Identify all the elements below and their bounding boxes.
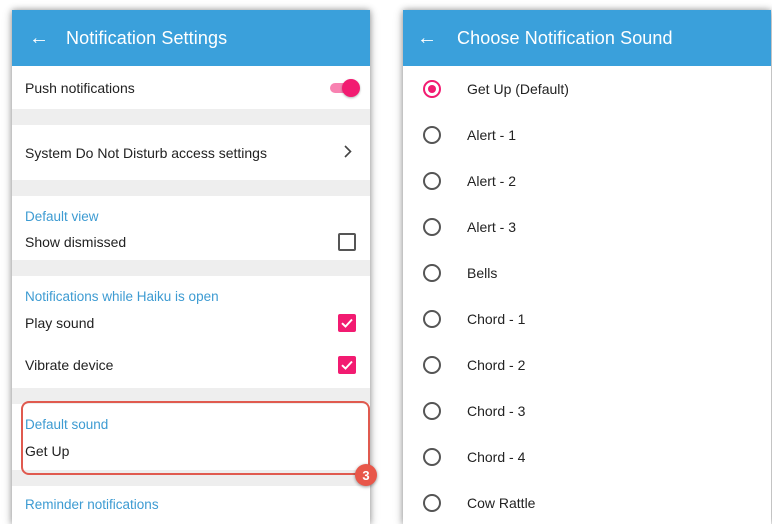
show-dismissed-label: Show dismissed xyxy=(25,234,127,250)
dnd-access-row[interactable]: System Do Not Disturb access settings xyxy=(12,125,370,180)
radio-selected-icon[interactable] xyxy=(423,80,441,98)
radio-icon[interactable] xyxy=(423,264,441,282)
back-arrow-icon[interactable]: ← xyxy=(403,27,443,50)
push-notifications-label: Push notifications xyxy=(25,79,135,96)
chevron-right-icon xyxy=(344,144,352,161)
sound-option-label: Chord - 1 xyxy=(467,311,526,327)
divider xyxy=(12,180,370,196)
push-notifications-toggle[interactable] xyxy=(330,78,360,97)
sound-option-label: Bells xyxy=(467,265,498,281)
default-view-header: Default view xyxy=(12,196,370,224)
choose-sound-screen: ← Choose Notification Sound Get Up (Defa… xyxy=(403,10,771,524)
settings-app-bar: ← Notification Settings xyxy=(12,10,370,66)
sound-option[interactable]: Chord - 4 xyxy=(403,434,771,480)
dnd-access-label: System Do Not Disturb access settings xyxy=(25,144,267,161)
vibrate-device-label: Vibrate device xyxy=(25,357,114,373)
default-sound-value: Get Up xyxy=(25,443,70,459)
step-badge: 3 xyxy=(355,464,377,486)
show-dismissed-checkbox[interactable] xyxy=(338,233,356,251)
sound-option-label: Cow Rattle xyxy=(467,495,536,511)
sound-option-label: Chord - 2 xyxy=(467,357,526,373)
sound-app-bar: ← Choose Notification Sound xyxy=(403,10,771,66)
notification-settings-screen: ← Notification Settings Push notificatio… xyxy=(12,10,370,524)
divider xyxy=(12,470,370,486)
sound-option[interactable]: Chord - 1 xyxy=(403,296,771,342)
divider xyxy=(12,109,370,125)
sound-option[interactable]: Alert - 1 xyxy=(403,112,771,158)
radio-icon[interactable] xyxy=(423,172,441,190)
radio-icon[interactable] xyxy=(423,402,441,420)
settings-title: Notification Settings xyxy=(66,27,228,48)
sound-option[interactable]: Bells xyxy=(403,250,771,296)
default-sound-row[interactable]: Get Up xyxy=(12,432,370,470)
radio-icon[interactable] xyxy=(423,218,441,236)
reminder-notifications-header: Reminder notifications xyxy=(12,486,370,512)
sound-options-list: Get Up (Default) Alert - 1 Alert - 2 Alert … xyxy=(403,66,771,524)
radio-icon[interactable] xyxy=(423,126,441,144)
sound-option-label: Chord - 4 xyxy=(467,449,526,465)
push-notifications-row[interactable]: Push notifications xyxy=(12,66,370,109)
sound-option-label: Alert - 2 xyxy=(467,173,517,189)
while-open-header: Notifications while Haiku is open xyxy=(12,276,370,304)
sound-title: Choose Notification Sound xyxy=(457,27,673,48)
sound-option-label: Get Up (Default) xyxy=(467,81,569,97)
sound-option[interactable]: Get Up (Default) xyxy=(403,66,771,112)
sound-option[interactable]: Cow Rattle xyxy=(403,480,771,524)
radio-icon[interactable] xyxy=(423,494,441,512)
sound-option-label: Alert - 3 xyxy=(467,219,517,235)
sound-option-label: Chord - 3 xyxy=(467,403,526,419)
radio-icon[interactable] xyxy=(423,310,441,328)
radio-icon[interactable] xyxy=(423,356,441,374)
divider xyxy=(12,260,370,276)
vibrate-device-row[interactable]: Vibrate device xyxy=(12,342,370,388)
sound-option[interactable]: Alert - 2 xyxy=(403,158,771,204)
default-sound-header: Default sound xyxy=(12,404,370,432)
sound-option[interactable]: Chord - 3 xyxy=(403,388,771,434)
play-sound-checkbox[interactable] xyxy=(338,314,356,332)
play-sound-label: Play sound xyxy=(25,315,95,331)
vibrate-device-checkbox[interactable] xyxy=(338,356,356,374)
back-arrow-icon[interactable]: ← xyxy=(12,27,52,50)
sound-option[interactable]: Chord - 2 xyxy=(403,342,771,388)
radio-icon[interactable] xyxy=(423,448,441,466)
play-sound-row[interactable]: Play sound xyxy=(12,304,370,342)
sound-option[interactable]: Alert - 3 xyxy=(403,204,771,250)
sound-option-label: Alert - 1 xyxy=(467,127,517,143)
divider xyxy=(12,388,370,404)
show-dismissed-row[interactable]: Show dismissed xyxy=(12,224,370,260)
